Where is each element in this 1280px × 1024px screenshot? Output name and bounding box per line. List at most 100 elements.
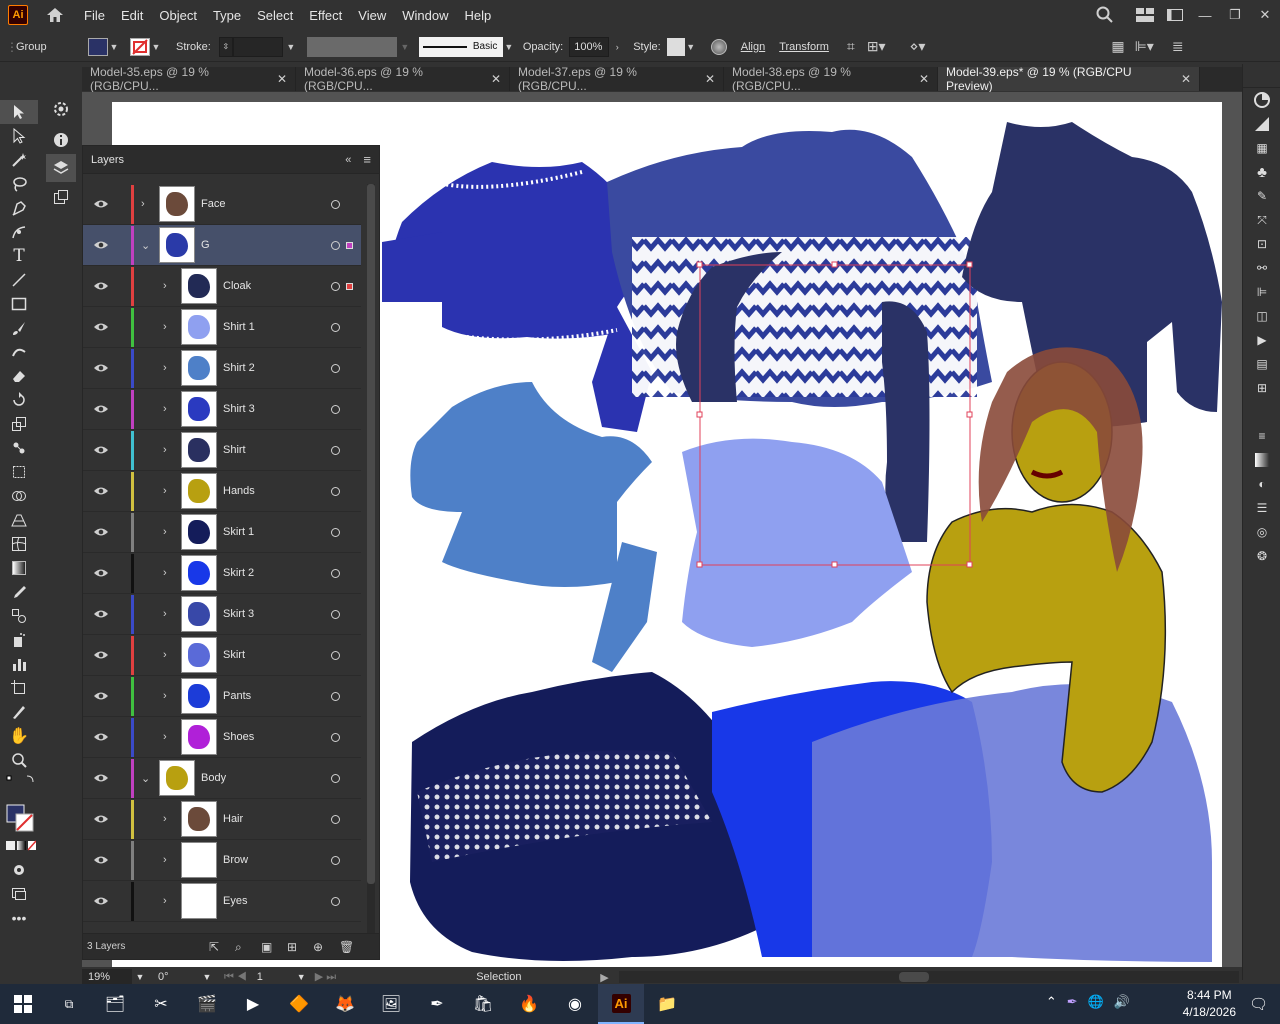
expand-caret-icon[interactable]: › bbox=[163, 403, 167, 415]
actions-icon[interactable]: ▶ bbox=[1243, 328, 1280, 352]
menu-view[interactable]: View bbox=[358, 8, 386, 23]
panel-menu-icon[interactable]: ≡ bbox=[363, 152, 371, 167]
pen-tool-icon[interactable] bbox=[0, 196, 38, 220]
store-icon[interactable]: 🛍 bbox=[460, 984, 506, 1024]
visibility-eye-icon[interactable] bbox=[93, 239, 109, 251]
magic-wand-tool-icon[interactable] bbox=[0, 148, 38, 172]
graphic-style-swatch[interactable] bbox=[666, 37, 685, 56]
menu-object[interactable]: Object bbox=[159, 8, 197, 23]
blend-tool-icon[interactable] bbox=[0, 604, 38, 628]
document-tab[interactable]: Model-36.eps @ 19 % (RGB/CPU... ✕ bbox=[296, 65, 510, 93]
visibility-eye-icon[interactable] bbox=[93, 690, 109, 702]
symbols-icon[interactable]: ♣ bbox=[1243, 160, 1280, 184]
align-button[interactable]: Align bbox=[741, 41, 765, 53]
screen-mode-icon[interactable] bbox=[0, 882, 38, 906]
layer-row[interactable]: › Skirt bbox=[83, 635, 361, 676]
taskbar-clock[interactable]: 8:44 PM 4/18/2026 bbox=[1183, 987, 1236, 1021]
pen-workspace-icon[interactable]: ✒ bbox=[1067, 994, 1078, 1010]
expand-caret-icon[interactable]: › bbox=[163, 321, 167, 333]
shape-builder-tool-icon[interactable] bbox=[0, 484, 38, 508]
notifications-icon[interactable]: 🗨 bbox=[1249, 995, 1268, 1013]
stroke-swatch[interactable] bbox=[130, 37, 150, 56]
first-artboard-icon[interactable]: ⏮ ◀ bbox=[224, 969, 247, 985]
eraser-tool-icon[interactable] bbox=[0, 364, 38, 388]
graphic-styles-icon[interactable]: ❂ bbox=[1243, 544, 1280, 568]
control-panel-menu-icon[interactable]: ≣ bbox=[1172, 38, 1184, 55]
restore-icon[interactable]: ❐ bbox=[1220, 0, 1250, 30]
document-tab[interactable]: Model-35.eps @ 19 % (RGB/CPU... ✕ bbox=[82, 65, 296, 93]
volume-icon[interactable]: 🔊 bbox=[1114, 994, 1130, 1010]
layer-row[interactable]: › Face bbox=[83, 184, 361, 225]
properties-icon[interactable] bbox=[46, 92, 76, 126]
target-circle-icon[interactable] bbox=[331, 527, 340, 537]
home-icon[interactable] bbox=[44, 4, 66, 26]
target-circle-icon[interactable] bbox=[331, 363, 340, 373]
delete-layer-icon[interactable]: 🗑 bbox=[339, 940, 354, 954]
expand-caret-icon[interactable]: › bbox=[141, 198, 145, 210]
transparency-icon[interactable]: ◐ bbox=[1243, 472, 1280, 496]
selection-indicator-icon[interactable] bbox=[346, 241, 353, 249]
visibility-eye-icon[interactable] bbox=[93, 567, 109, 579]
layer-row[interactable]: › Shoes bbox=[83, 717, 361, 758]
gimp-icon[interactable]: 🦊 bbox=[322, 984, 368, 1024]
horizontal-scrollbar[interactable] bbox=[618, 971, 1239, 983]
layer-row[interactable]: › Shirt 1 bbox=[83, 307, 361, 348]
tab-close-icon[interactable]: ✕ bbox=[919, 72, 929, 86]
export-icon[interactable]: ⇱ bbox=[209, 940, 223, 954]
snipping-icon[interactable]: ✂ bbox=[138, 984, 184, 1024]
edit-toolbar-icon[interactable]: ••• bbox=[0, 906, 38, 930]
paragraph-icon[interactable]: ≡ bbox=[1243, 424, 1280, 448]
tab-close-icon[interactable]: ✕ bbox=[491, 72, 501, 86]
target-circle-icon[interactable] bbox=[331, 609, 340, 619]
last-artboard-icon[interactable]: ▶ ⏭ bbox=[315, 969, 336, 985]
stroke-weight-dropdown-icon[interactable]: ▼ bbox=[285, 38, 297, 56]
fill-swatch[interactable] bbox=[88, 37, 108, 56]
menu-file[interactable]: File bbox=[84, 8, 105, 23]
expand-caret-icon[interactable]: › bbox=[163, 444, 167, 456]
task-view-icon[interactable]: ⧉ bbox=[46, 984, 92, 1024]
workspace-switcher-icon[interactable] bbox=[1160, 0, 1190, 30]
brush-definition[interactable]: Basic bbox=[418, 36, 503, 57]
variable-width-profile[interactable] bbox=[306, 36, 397, 57]
vlc-icon[interactable]: 🔶 bbox=[276, 984, 322, 1024]
close-icon[interactable]: ✕ bbox=[1250, 0, 1280, 30]
mesh-tool-icon[interactable] bbox=[0, 532, 38, 556]
shaper-tool-icon[interactable] bbox=[0, 340, 38, 364]
visibility-eye-icon[interactable] bbox=[93, 280, 109, 292]
target-circle-icon[interactable] bbox=[331, 773, 340, 783]
visibility-eye-icon[interactable] bbox=[93, 813, 109, 825]
color-guide-icon[interactable] bbox=[1243, 112, 1280, 136]
artboard-number-field[interactable]: 1 bbox=[253, 969, 297, 985]
target-circle-icon[interactable] bbox=[331, 404, 340, 414]
fill-dropdown-icon[interactable]: ▼ bbox=[108, 38, 120, 56]
expand-caret-icon[interactable]: › bbox=[163, 854, 167, 866]
layer-row[interactable]: ⌄ G bbox=[83, 225, 361, 266]
visibility-eye-icon[interactable] bbox=[93, 895, 109, 907]
document-tab[interactable]: Model-39.eps* @ 19 % (RGB/CPU Preview) ✕ bbox=[938, 65, 1200, 93]
color-panel-icon[interactable] bbox=[1243, 88, 1280, 112]
expand-caret-icon[interactable]: › bbox=[163, 567, 167, 579]
layer-row[interactable]: › Shirt 3 bbox=[83, 389, 361, 430]
artboard-tool-icon[interactable] bbox=[0, 676, 38, 700]
firefox-icon[interactable]: 🔥 bbox=[506, 984, 552, 1024]
shape-builder-icon[interactable]: ⊞▾ bbox=[867, 38, 886, 55]
studio-icon[interactable]: 🎬 bbox=[184, 984, 230, 1024]
document-tab[interactable]: Model-37.eps @ 19 % (RGB/CPU... ✕ bbox=[510, 65, 724, 93]
visibility-eye-icon[interactable] bbox=[93, 772, 109, 784]
collapse-panel-icon[interactable]: « bbox=[345, 154, 351, 166]
swatches-icon[interactable]: ▦ bbox=[1243, 136, 1280, 160]
visibility-eye-icon[interactable] bbox=[93, 608, 109, 620]
rotate-tool-icon[interactable] bbox=[0, 388, 38, 412]
layers-scrollbar[interactable] bbox=[367, 184, 375, 934]
expand-caret-icon[interactable]: › bbox=[163, 280, 167, 292]
rectangle-tool-icon[interactable] bbox=[0, 292, 38, 316]
visibility-eye-icon[interactable] bbox=[93, 731, 109, 743]
default-fill-stroke-icon[interactable] bbox=[0, 772, 38, 800]
collapse-caret-icon[interactable]: ⌄ bbox=[141, 772, 150, 785]
artboards-panel-icon[interactable] bbox=[46, 182, 76, 212]
status-arrow-icon[interactable]: ▶ bbox=[600, 969, 608, 985]
zoom-dropdown-icon[interactable]: ▼ bbox=[132, 969, 148, 985]
expand-caret-icon[interactable]: › bbox=[163, 608, 167, 620]
style-dropdown-icon[interactable]: ▼ bbox=[685, 38, 697, 56]
rotation-dropdown-icon[interactable]: ▼ bbox=[200, 969, 214, 985]
